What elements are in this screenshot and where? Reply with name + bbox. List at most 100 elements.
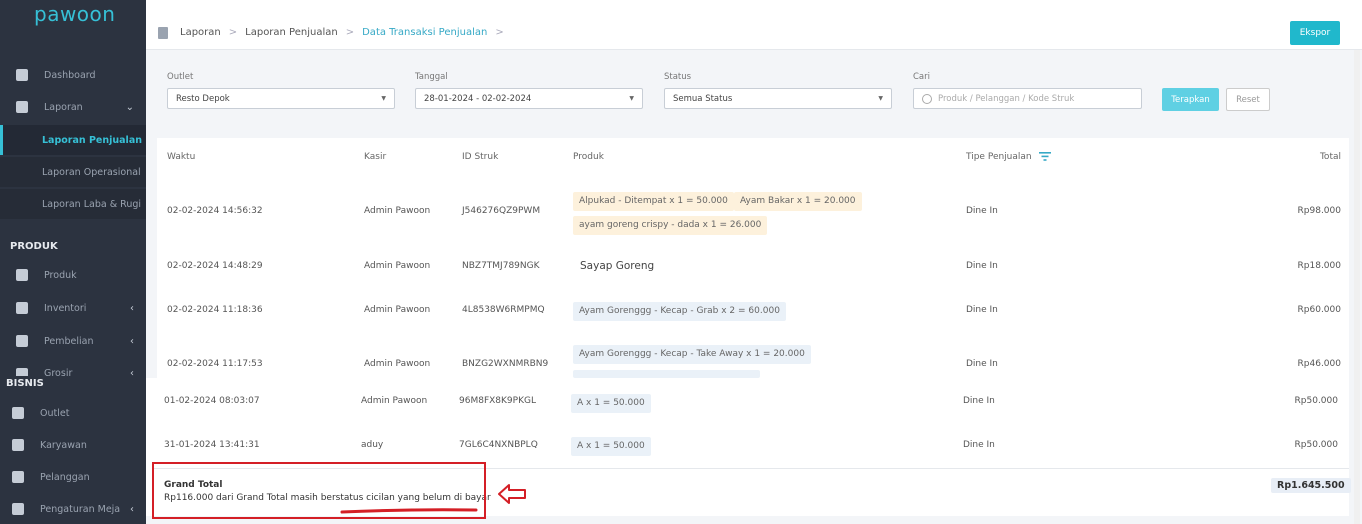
- table-cell-tipe: Dine In: [966, 359, 998, 369]
- grand-total-value: Rp1.645.500: [1271, 478, 1351, 493]
- breadcrumb-separator: >: [228, 27, 238, 38]
- table-cell-id-struk[interactable]: 4L8538W6RMPMQ: [462, 305, 545, 315]
- table-cell-kasir: Admin Pawoon: [361, 396, 428, 406]
- outlet-select[interactable]: Resto Depok ▼: [167, 88, 395, 109]
- table-cell-id-struk[interactable]: 96M8FX8K9PKGL: [459, 396, 536, 406]
- date-range-value: 28-01-2024 - 02-02-2024: [424, 93, 532, 104]
- product-pill: ayam goreng crispy - dada x 1 = 26.000: [573, 216, 768, 235]
- table-cell-total: Rp98.000: [1297, 206, 1341, 216]
- header-tipe-penjualan[interactable]: Tipe Penjualan: [966, 152, 1051, 162]
- sidebar-item-pengaturan-meja[interactable]: Pengaturan Meja ‹: [0, 494, 146, 524]
- annotation-arrow-left-icon: [498, 484, 526, 504]
- date-range-select[interactable]: 28-01-2024 - 02-02-2024 ▼: [415, 88, 643, 109]
- sidebar-item-grosir[interactable]: Grosir ‹: [0, 360, 146, 376]
- header-kasir: Kasir: [364, 152, 387, 162]
- sidebar-subitem-laporan-laba-rugi[interactable]: Laporan Laba & Rugi: [0, 189, 146, 219]
- table-cell-kasir: Admin Pawoon: [364, 359, 431, 369]
- pawoon-logo[interactable]: pawoon: [34, 2, 115, 26]
- table-cell-total: Rp18.000: [1297, 261, 1341, 271]
- caret-down-icon: ▼: [381, 95, 386, 102]
- table-cell-tipe: Dine In: [963, 440, 995, 450]
- store-icon: [12, 407, 24, 419]
- sidebar-item-inventori[interactable]: Inventori ‹: [0, 293, 146, 323]
- sidebar-subitem-laporan-operasional[interactable]: Laporan Operasional: [0, 157, 146, 187]
- table-cell-id-struk[interactable]: NBZ7TMJ789NGK: [462, 261, 540, 271]
- receipt-icon: [16, 335, 28, 347]
- sidebar-item-label: Pembelian: [44, 335, 94, 347]
- tanggal-label: Tanggal: [415, 72, 448, 82]
- caret-down-icon: ▼: [629, 95, 634, 102]
- tag-icon: [16, 368, 28, 376]
- outlet-value: Resto Depok: [176, 93, 230, 104]
- breadcrumb-separator: >: [345, 27, 355, 38]
- chart-icon: [16, 69, 28, 81]
- users-icon: [12, 471, 24, 483]
- table-cell-tipe: Dine In: [966, 305, 998, 315]
- chevron-left-icon: ‹: [130, 368, 134, 376]
- table-cell-kasir: Admin Pawoon: [364, 261, 431, 271]
- table-cell-waktu: 02-02-2024 14:48:29: [167, 261, 263, 271]
- scrollbar[interactable]: [1354, 50, 1360, 524]
- product-text: Sayap Goreng: [580, 260, 655, 272]
- product-pill-truncated: [573, 370, 760, 378]
- sidebar-item-label: Karyawan: [40, 439, 87, 451]
- bag-icon: [16, 269, 28, 281]
- clipboard-icon: [16, 101, 28, 113]
- section-title-produk: PRODUK: [10, 241, 58, 252]
- sidebar-item-label: Outlet: [40, 407, 70, 419]
- status-select[interactable]: Semua Status ▼: [664, 88, 892, 109]
- id-card-icon: [12, 439, 24, 451]
- table-cell-tipe: Dine In: [966, 206, 998, 216]
- status-value: Semua Status: [673, 93, 733, 104]
- sidebar-item-label: Dashboard: [44, 69, 96, 81]
- sidebar-item-label: Inventori: [44, 302, 87, 314]
- apply-button[interactable]: Terapkan: [1162, 88, 1219, 111]
- breadcrumb-separator: >: [495, 27, 504, 38]
- chevron-left-icon: ‹: [130, 302, 134, 314]
- status-label: Status: [664, 72, 692, 82]
- breadcrumb-laporan-penjualan[interactable]: Laporan Penjualan: [245, 27, 338, 38]
- table-cell-tipe: Dine In: [966, 261, 998, 271]
- breadcrumb-current: Data Transaksi Penjualan: [362, 27, 488, 38]
- sidebar-item-outlet[interactable]: Outlet: [0, 398, 146, 428]
- table-cell-id-struk[interactable]: BNZG2WXNMRBN9: [462, 359, 548, 369]
- sidebar-subitem-laporan-penjualan[interactable]: Laporan Penjualan: [0, 125, 146, 155]
- sidebar-item-label: Pengaturan Meja: [40, 503, 121, 515]
- reset-button[interactable]: Reset: [1226, 88, 1270, 111]
- table-cell-id-struk[interactable]: 7GL6C4NXNBPLQ: [459, 440, 538, 450]
- sidebar-item-produk[interactable]: Produk: [0, 260, 146, 290]
- sidebar-item-pelanggan[interactable]: Pelanggan: [0, 462, 146, 492]
- table-cell-waktu: 02-02-2024 14:56:32: [167, 206, 263, 216]
- sidebar: pawoon Dashboard Laporan ⌄ Laporan Penju…: [0, 0, 146, 524]
- table-cell-kasir: Admin Pawoon: [364, 305, 431, 315]
- table-cell-kasir: Admin Pawoon: [364, 206, 431, 216]
- table-cell-kasir: aduy: [361, 440, 384, 450]
- filter-icon[interactable]: [1038, 152, 1051, 161]
- header-produk: Produk: [573, 152, 604, 162]
- outlet-label: Outlet: [167, 72, 194, 82]
- table-cell-total: Rp50.000: [1294, 396, 1338, 406]
- export-button[interactable]: Ekspor: [1290, 21, 1340, 45]
- annotation-underline: [340, 508, 478, 514]
- product-pill: Ayam Gorenggg - Kecap - Take Away x 1 = …: [573, 345, 811, 364]
- table-icon: [12, 503, 24, 515]
- search-input[interactable]: Produk / Pelanggan / Kode Struk: [913, 88, 1142, 109]
- box-icon: [16, 302, 28, 314]
- header-total: Total: [1319, 152, 1341, 162]
- caret-down-icon: ▼: [878, 95, 883, 102]
- table-cell-total: Rp50.000: [1294, 440, 1338, 450]
- sidebar-item-laporan[interactable]: Laporan ⌄: [0, 92, 146, 122]
- sidebar-item-label: Grosir: [44, 368, 73, 376]
- sidebar-item-label: Pelanggan: [40, 471, 90, 483]
- table-cell-id-struk[interactable]: J546276QZ9PWM: [462, 206, 540, 216]
- cari-label: Cari: [913, 72, 930, 82]
- breadcrumb-laporan[interactable]: Laporan: [180, 27, 221, 38]
- table-cell-total: Rp60.000: [1297, 305, 1341, 315]
- sidebar-item-label: Produk: [44, 269, 77, 281]
- sidebar-item-karyawan[interactable]: Karyawan: [0, 430, 146, 460]
- sidebar-item-dashboard[interactable]: Dashboard: [0, 60, 146, 90]
- search-placeholder: Produk / Pelanggan / Kode Struk: [938, 93, 1075, 104]
- sidebar-item-pembelian[interactable]: Pembelian ‹: [0, 326, 146, 356]
- chevron-down-icon: ⌄: [125, 101, 134, 113]
- section-title-bisnis: BISNIS: [6, 378, 44, 389]
